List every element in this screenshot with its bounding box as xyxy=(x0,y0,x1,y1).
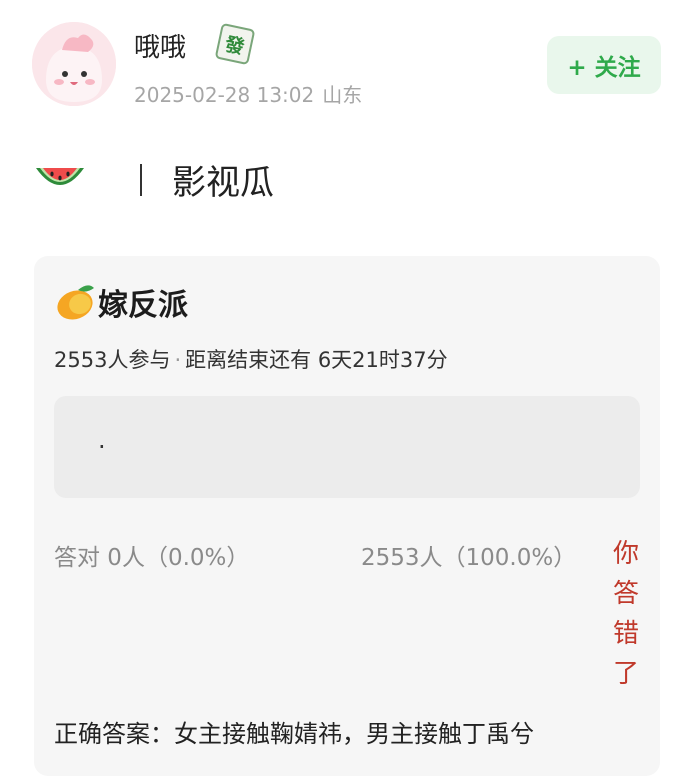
topic-label[interactable]: 影视瓜 xyxy=(172,155,274,204)
correct-stat: 答对 0人（0.0%） xyxy=(54,545,250,571)
post-header: 哦哦 發 2025-02-28 13:02 山东 + 关注 xyxy=(0,0,690,130)
verdict-char: 你 xyxy=(612,539,639,569)
participant-count: 2553人参与 xyxy=(54,348,171,372)
verdict-char: 错 xyxy=(612,619,639,649)
topic-divider xyxy=(140,164,142,196)
verdict-label: 你 答 错 了 xyxy=(611,534,641,694)
mahjong-tile-icon: 發 xyxy=(214,22,256,66)
post-timestamp: 2025-02-28 13:02 xyxy=(134,83,315,107)
wrong-stat: 2553人（100.0%） xyxy=(361,545,577,571)
answer-option[interactable]: . xyxy=(54,396,640,498)
user-avatar[interactable] xyxy=(32,22,116,106)
quiz-title: 嫁反派 xyxy=(98,288,188,323)
post-meta: 2025-02-28 13:02 山东 xyxy=(134,79,362,108)
post-location: 山东 xyxy=(322,83,363,107)
topic-row[interactable]: 影视瓜 xyxy=(30,150,430,210)
countdown: 距离结束还有 6天21时37分 xyxy=(185,348,448,372)
verdict-char: 答 xyxy=(612,579,639,609)
follow-button[interactable]: + 关注 xyxy=(547,36,661,94)
stats-separator: · xyxy=(174,348,182,372)
quiz-card: 嫁反派 2553人参与 · 距离结束还有 6天21时37分 . 答对 0人（0.0%… xyxy=(34,256,660,776)
avatar-image xyxy=(32,22,116,106)
watermelon-icon xyxy=(36,168,84,185)
verdict-char: 了 xyxy=(612,659,639,689)
username[interactable]: 哦哦 xyxy=(134,27,186,64)
answer-explanation: 正确答案：女主接触鞠婧祎，男主接触丁禹兮 xyxy=(54,720,534,748)
answer-option-text: . xyxy=(98,426,106,454)
quiz-stats: 2553人参与 · 距离结束还有 6天21时37分 xyxy=(54,344,448,374)
mango-icon xyxy=(57,285,94,320)
